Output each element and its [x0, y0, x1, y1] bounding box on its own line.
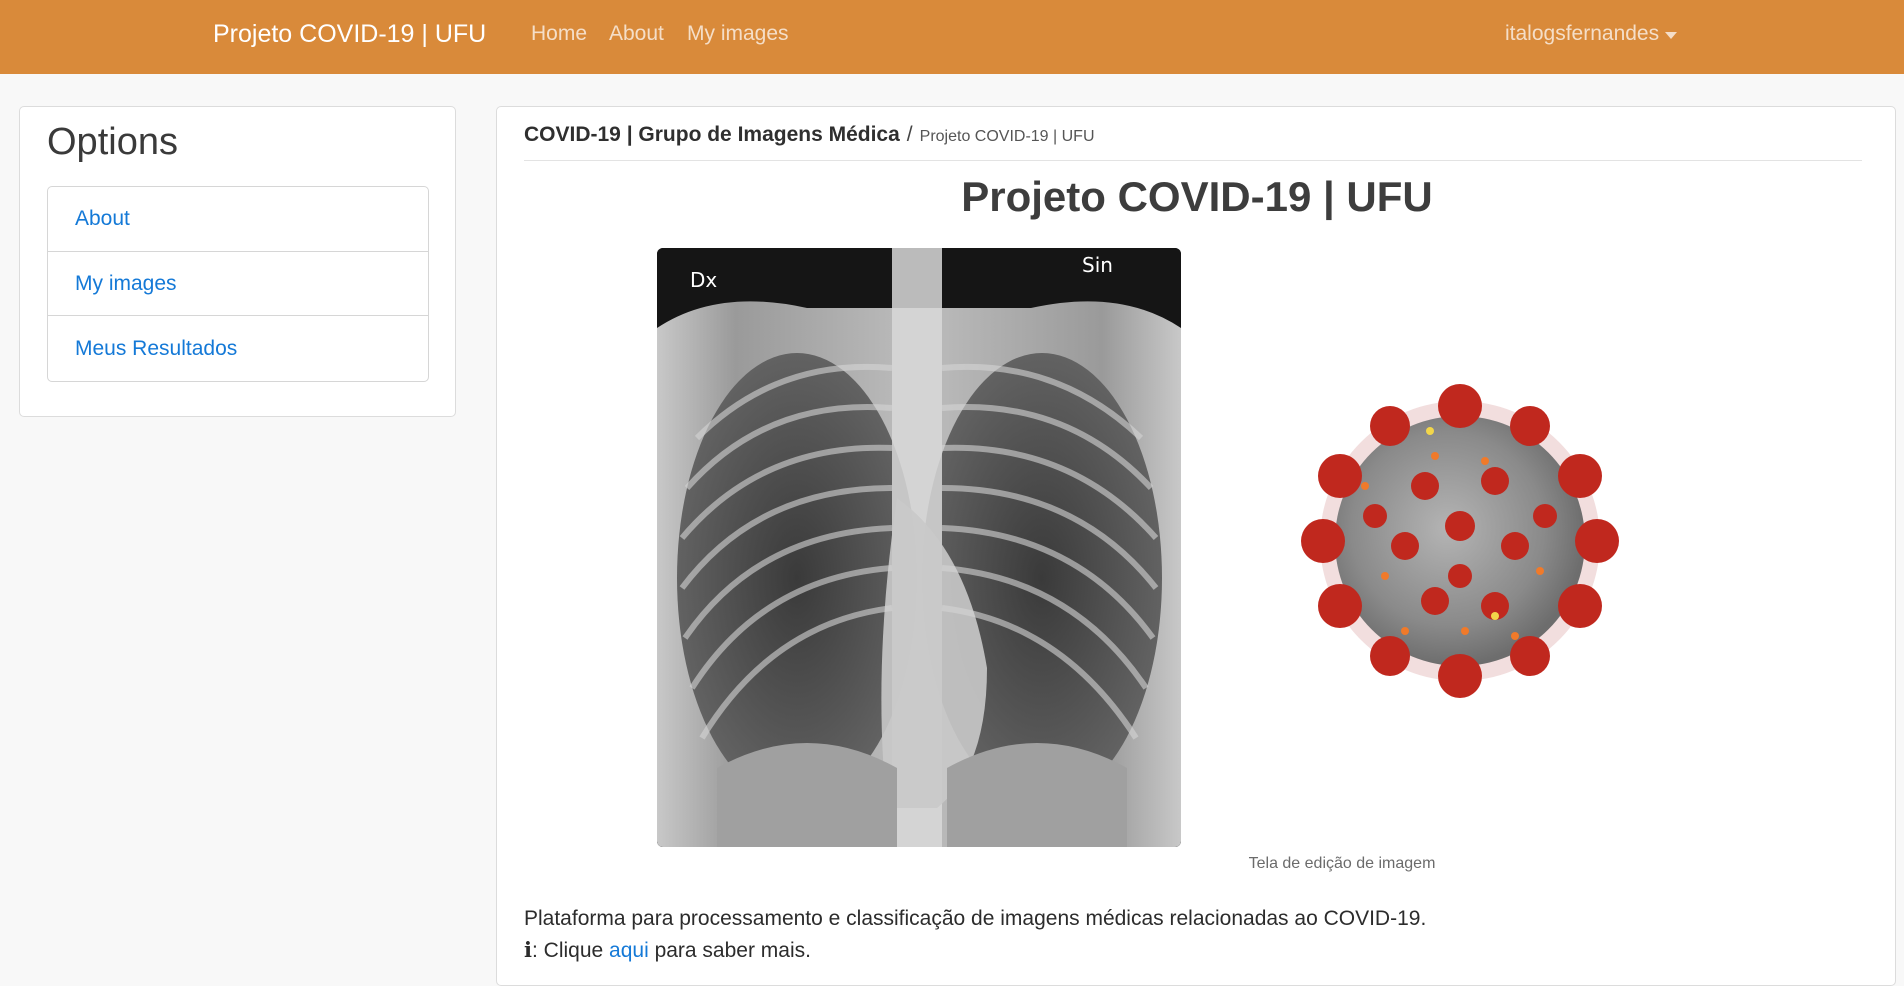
description: Plataforma para processamento e classifi… [524, 903, 1426, 967]
caret-down-icon [1665, 31, 1678, 39]
main-card: COVID-19 | Grupo de Imagens Médica / Pro… [496, 106, 1896, 986]
info-line: ℹ: Clique aqui para saber mais. [524, 935, 1426, 967]
breadcrumb-current: Projeto COVID-19 | UFU [919, 128, 1095, 145]
xray-label-dx: Dx [690, 268, 718, 292]
nav-home[interactable]: Home [531, 22, 587, 46]
info-icon: ℹ [524, 939, 532, 962]
description-text: Plataforma para processamento e classifi… [524, 907, 1427, 930]
coronavirus-image [1285, 366, 1635, 716]
chest-xray-image: Dx Sin [657, 248, 1181, 847]
user-dropdown[interactable]: italogsfernandes [1505, 22, 1678, 46]
sidebar-item-about[interactable]: About [48, 187, 428, 252]
options-sidebar: Options About My images Meus Resultados [19, 106, 456, 417]
breadcrumb: COVID-19 | Grupo de Imagens Médica / Pro… [524, 123, 1862, 161]
xray-label-sin: Sin [1082, 253, 1113, 277]
breadcrumb-group-link[interactable]: COVID-19 | Grupo de Imagens Médica [524, 123, 900, 147]
image-caption: Tela de edição de imagem [1248, 855, 1436, 872]
info-prefix: : Clique [531, 939, 610, 962]
navbar-brand[interactable]: Projeto COVID-19 | UFU [213, 20, 486, 49]
page-title: Projeto COVID-19 | UFU [961, 173, 1433, 220]
nav-my-images[interactable]: My images [687, 22, 789, 46]
sidebar-item-my-images[interactable]: My images [48, 252, 428, 317]
info-suffix: para saber mais. [648, 939, 811, 962]
sidebar-item-meus-resultados[interactable]: Meus Resultados [48, 316, 428, 381]
nav-about[interactable]: About [609, 22, 664, 46]
user-name: italogsfernandes [1505, 22, 1660, 45]
top-navbar: Projeto COVID-19 | UFU Home About My ima… [0, 0, 1904, 74]
options-list: About My images Meus Resultados [47, 186, 429, 383]
sidebar-title: Options [47, 121, 178, 163]
breadcrumb-separator: / [906, 123, 913, 146]
learn-more-link[interactable]: aqui [609, 939, 649, 962]
